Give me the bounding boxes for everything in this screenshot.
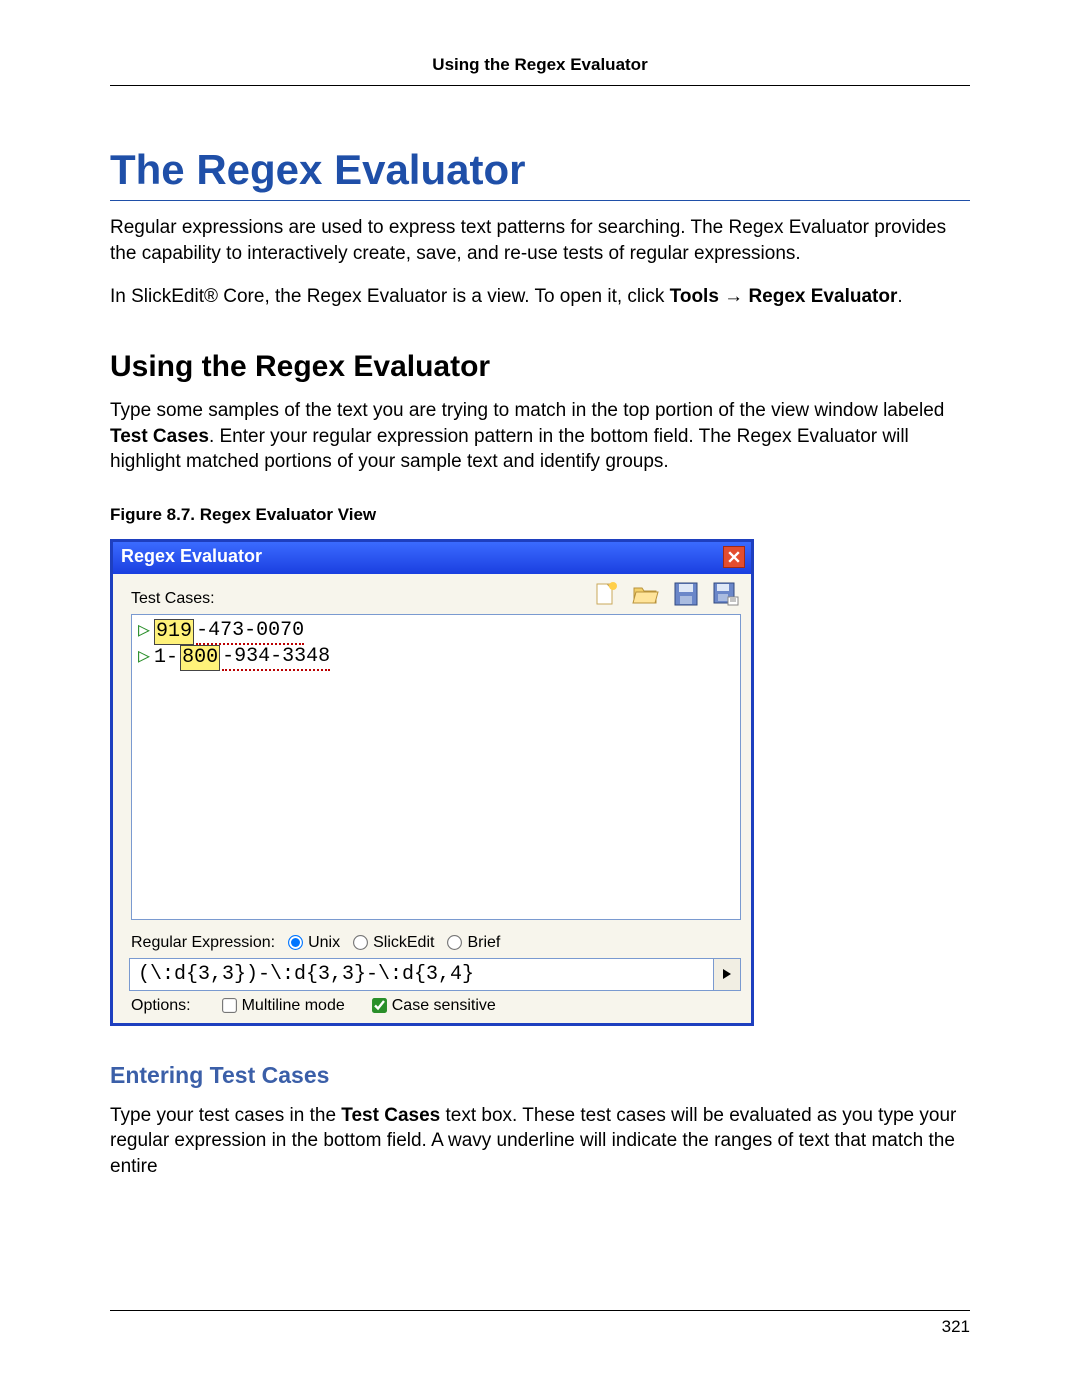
chevron-right-icon — [722, 968, 732, 980]
new-file-icon — [594, 581, 618, 607]
open-folder-button[interactable] — [631, 580, 661, 608]
match-group: 800 — [180, 645, 220, 671]
page-footer: 321 — [110, 1310, 970, 1337]
intro-paragraph-2: In SlickEdit® Core, the Regex Evaluator … — [110, 284, 970, 310]
syntax-unix-radio[interactable]: Unix — [289, 934, 340, 952]
test-cases-term: Test Cases — [110, 426, 209, 447]
close-button[interactable] — [723, 546, 745, 568]
match-arrow-icon: ▷ — [138, 620, 150, 644]
multiline-checkbox[interactable]: Multiline mode — [223, 997, 345, 1015]
panel-titlebar[interactable]: Regex Evaluator — [113, 542, 751, 574]
section-heading: Using the Regex Evaluator — [110, 350, 970, 384]
multiline-input[interactable] — [222, 998, 237, 1013]
test-line: ▷ 1-800-934-3348 — [138, 645, 734, 671]
match-group: 919 — [154, 619, 194, 645]
options-label: Options: — [131, 997, 191, 1015]
running-head: Using the Regex Evaluator — [110, 55, 970, 86]
match-rest: -934-3348 — [222, 645, 330, 671]
test-cases-label: Test Cases: — [131, 590, 215, 608]
intro-p2-part-c: . — [897, 286, 902, 307]
intro-paragraph-1: Regular expressions are used to express … — [110, 215, 970, 266]
syntax-slickedit-input[interactable] — [353, 935, 368, 950]
close-icon — [728, 551, 740, 563]
open-folder-icon — [632, 582, 660, 606]
panel-title-text: Regex Evaluator — [121, 546, 262, 567]
case-sensitive-label: Case sensitive — [392, 997, 496, 1015]
subsection-heading: Entering Test Cases — [110, 1062, 970, 1089]
menu-path: Tools → Regex Evaluator — [670, 286, 898, 307]
syntax-slickedit-label: SlickEdit — [373, 934, 434, 952]
options-row: Options: Multiline mode Case sensitive — [113, 993, 751, 1023]
sect-p-c: . Enter your regular expression pattern … — [110, 426, 909, 473]
syntax-brief-label: Brief — [467, 934, 500, 952]
test-line: ▷ 919-473-0070 — [138, 619, 734, 645]
regex-history-button[interactable] — [714, 958, 741, 991]
subsection-paragraph: Type your test cases in the Test Cases t… — [110, 1103, 970, 1180]
case-sensitive-input[interactable] — [372, 998, 387, 1013]
section-paragraph: Type some samples of the text you are tr… — [110, 398, 970, 475]
multiline-label: Multiline mode — [242, 997, 345, 1015]
page-number: 321 — [942, 1317, 970, 1336]
figure-caption: Figure 8.7. Regex Evaluator View — [110, 505, 970, 525]
syntax-unix-label: Unix — [308, 934, 340, 952]
case-sensitive-checkbox[interactable]: Case sensitive — [373, 997, 496, 1015]
syntax-brief-input[interactable] — [447, 935, 462, 950]
syntax-row: Regular Expression: Unix SlickEdit Brief — [113, 930, 751, 956]
save-as-icon — [712, 581, 740, 607]
save-button[interactable] — [671, 580, 701, 608]
syntax-brief-radio[interactable]: Brief — [448, 934, 500, 952]
pre-text: 1- — [154, 646, 178, 670]
regex-input[interactable]: (\:d{3,3})-\:d{3,3}-\:d{3,4} — [129, 958, 714, 991]
regex-evaluator-panel: Regex Evaluator Test Cases: — [110, 539, 754, 1026]
save-icon — [673, 581, 699, 607]
match-arrow-icon: ▷ — [138, 646, 150, 670]
match-rest: -473-0070 — [196, 619, 304, 645]
regex-label: Regular Expression: — [131, 934, 275, 952]
test-cases-term-2: Test Cases — [341, 1105, 440, 1126]
sub-p-a: Type your test cases in the — [110, 1105, 341, 1126]
syntax-unix-input[interactable] — [288, 935, 303, 950]
syntax-slickedit-radio[interactable]: SlickEdit — [354, 934, 434, 952]
page-title: The Regex Evaluator — [110, 146, 970, 201]
sect-p-a: Type some samples of the text you are tr… — [110, 400, 944, 421]
save-as-button[interactable] — [711, 580, 741, 608]
new-file-button[interactable] — [591, 580, 621, 608]
test-cases-textarea[interactable]: ▷ 919-473-0070 ▷ 1-800-934-3348 — [131, 614, 741, 920]
intro-p2-part-a: In SlickEdit® Core, the Regex Evaluator … — [110, 286, 670, 307]
